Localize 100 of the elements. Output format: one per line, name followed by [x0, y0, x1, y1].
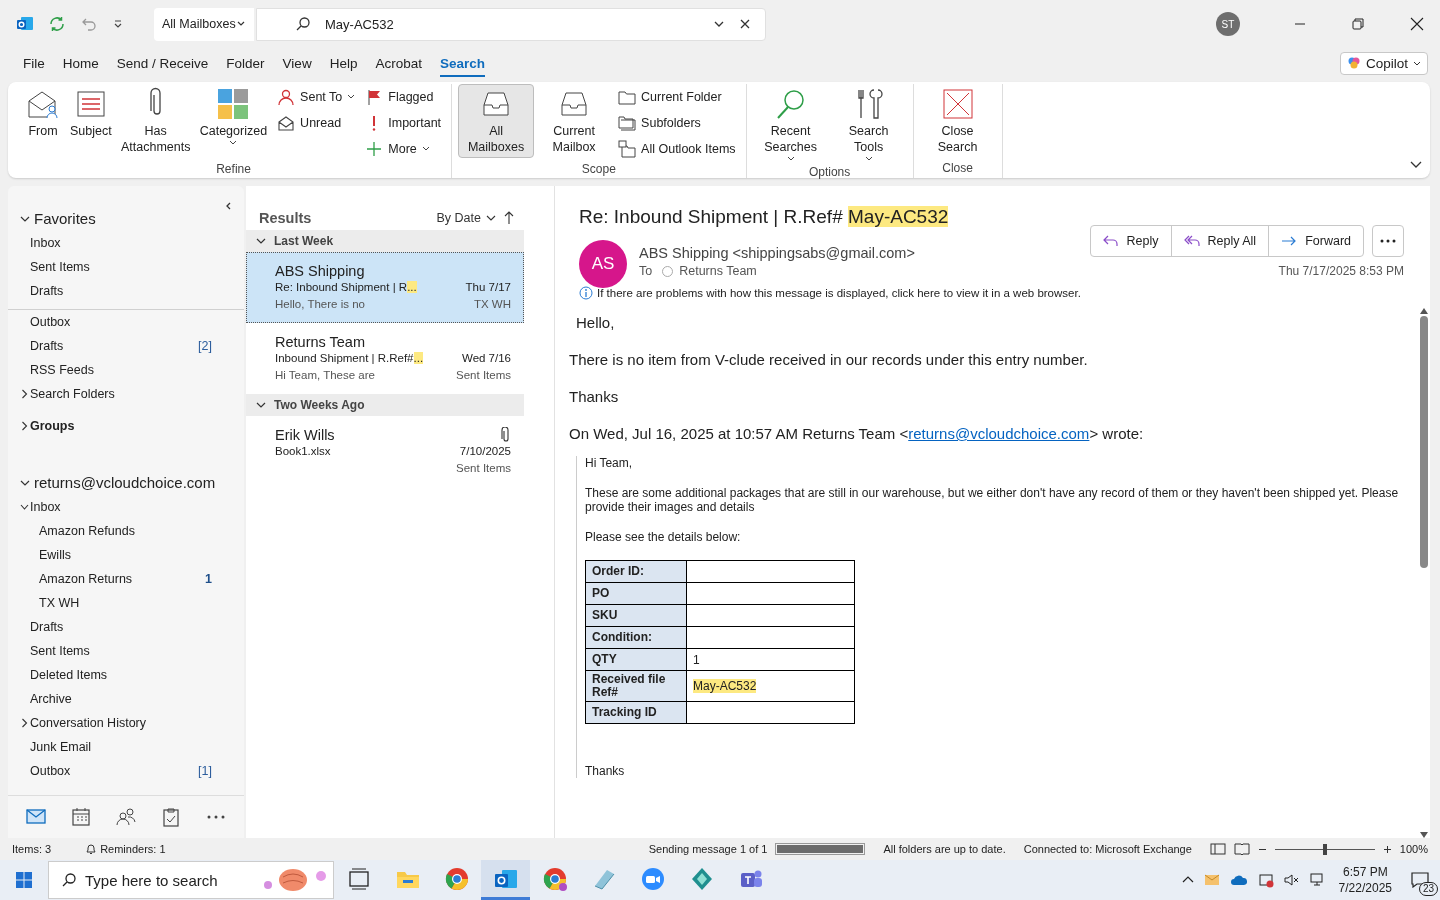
folder-item[interactable]: Drafts: [30, 339, 64, 353]
folder-item[interactable]: Archive: [30, 692, 72, 706]
message-item[interactable]: Returns Team Inbound Shipment | R.Ref#... Wed 7/16 Hi Team, These are Sent Items: [246, 323, 524, 394]
start-icon[interactable]: [15, 871, 33, 889]
taskbar-search-box[interactable]: Type here to search: [48, 861, 334, 899]
ribbon-tab[interactable]: Folder: [217, 51, 274, 75]
ribbon-button[interactable]: Categorized: [195, 84, 272, 154]
message-date: Thu 7/17/2025 8:53 PM: [1278, 264, 1404, 278]
ribbon-button[interactable]: Close Search: [919, 84, 996, 158]
search-box[interactable]: May-AC532: [256, 7, 766, 41]
user-avatar[interactable]: ST: [1216, 12, 1240, 36]
mailbox-scope-dropdown[interactable]: All Mailboxes: [154, 7, 254, 41]
search-field[interactable]: May-AC532: [325, 14, 699, 34]
message-date: 7/10/2025: [459, 444, 511, 459]
sync-icon[interactable]: [48, 15, 66, 33]
folder-item[interactable]: Inbox: [30, 500, 61, 514]
ribbon-tab[interactable]: Acrobat: [366, 51, 431, 75]
ribbon-button[interactable]: Unread: [277, 112, 356, 134]
groups-item[interactable]: Groups: [30, 419, 75, 433]
expand-chevron-icon[interactable]: [20, 421, 29, 431]
message-folder: Sent Items: [456, 368, 511, 383]
security-icon[interactable]: [1257, 872, 1274, 888]
message-item[interactable]: Erik Wills Book1.xlsx 7/10/2025 Sent Items: [246, 416, 524, 487]
calendar-icon[interactable]: [70, 807, 93, 827]
message-item[interactable]: ABS Shipping Re: Inbound Shipment | R... Thu 7/17 Hello, There is no TX WH: [246, 252, 524, 323]
ribbon-tab[interactable]: Search: [430, 51, 494, 75]
folder-item[interactable]: Drafts: [30, 279, 64, 303]
folder-item[interactable]: Sent Items: [30, 255, 90, 279]
folder-item[interactable]: Search Folders: [30, 387, 115, 401]
ribbon-button[interactable]: From: [22, 84, 64, 154]
folder-item[interactable]: TX WH: [39, 596, 80, 610]
ribbon-tab[interactable]: View: [273, 51, 321, 75]
group-header[interactable]: Two Weeks Ago: [246, 394, 524, 416]
favorites-header[interactable]: Favorites: [34, 210, 96, 227]
status-reminders[interactable]: Reminders: 1: [100, 843, 166, 855]
message-action-button[interactable]: Reply: [1090, 226, 1172, 256]
sort-dropdown[interactable]: By Date: [436, 211, 496, 225]
normal-view-icon[interactable]: [1209, 843, 1226, 855]
people-icon[interactable]: [115, 807, 137, 827]
ribbon-button[interactable]: Subject: [66, 84, 116, 154]
close-icon[interactable]: [1410, 17, 1424, 31]
restore-icon[interactable]: [1352, 18, 1364, 30]
close-icon[interactable]: [739, 18, 751, 30]
folder-item[interactable]: Outbox: [30, 764, 71, 778]
expand-chevron-icon[interactable]: [20, 718, 29, 728]
network-icon[interactable]: [1309, 873, 1326, 887]
ribbon-button[interactable]: More: [365, 138, 442, 160]
copilot-button[interactable]: Copilot: [1339, 51, 1428, 75]
speaker-muted-icon[interactable]: [1283, 873, 1300, 887]
taskbar-time[interactable]: 6:57 PM: [1342, 864, 1388, 880]
folder-item[interactable]: Ewills: [39, 548, 71, 562]
info-bar-text[interactable]: If there are problems with how this message is displayed, click here to view it in a web browser.: [597, 287, 1081, 299]
expand-chevron-icon[interactable]: [20, 389, 29, 399]
message-preview: Hi Team, These are: [275, 368, 375, 383]
folder-item[interactable]: Drafts: [30, 620, 64, 634]
folder-item[interactable]: Sent Items: [30, 644, 90, 658]
taskbar-date[interactable]: 7/22/2025: [1338, 880, 1392, 896]
expand-chevron-icon[interactable]: [20, 502, 29, 512]
mail-icon[interactable]: [25, 807, 48, 827]
ribbon-button[interactable]: Current Mailbox: [536, 84, 613, 158]
folder-item[interactable]: Inbox: [30, 231, 61, 255]
account-header[interactable]: returns@vcloudchoice.com: [34, 474, 216, 491]
chevron-up-icon[interactable]: [1181, 875, 1194, 885]
folder-item[interactable]: Junk Email: [30, 740, 92, 754]
customize-caret-icon[interactable]: [112, 18, 124, 30]
caret-icon: [421, 146, 430, 152]
message-action-button[interactable]: Reply All: [1171, 226, 1270, 256]
ribbon-button[interactable]: Sent To: [277, 86, 356, 108]
taskbar-search-field[interactable]: Type here to search: [85, 869, 255, 891]
ribbon-button[interactable]: All Outlook Items: [618, 138, 736, 160]
ribbon-tab[interactable]: Send / Receive: [107, 51, 218, 75]
folder-item[interactable]: Outbox: [30, 315, 71, 329]
folder-item[interactable]: Amazon Refunds: [39, 524, 135, 538]
ribbon-button[interactable]: Recent Searches: [752, 84, 829, 165]
color-grid-icon: [216, 87, 251, 121]
ribbon-button[interactable]: Has Attachments: [117, 84, 194, 158]
ribbon-button[interactable]: Current Folder: [618, 86, 736, 108]
ribbon-button[interactable]: Subfolders: [618, 112, 736, 134]
ribbon-tab[interactable]: File: [14, 51, 54, 75]
ribbon-button[interactable]: Important: [365, 112, 442, 134]
ribbon-tab[interactable]: Help: [320, 51, 367, 75]
taskbar-button[interactable]: [481, 860, 530, 900]
folder-item[interactable]: RSS Feeds: [30, 363, 94, 377]
ribbon-button[interactable]: Flagged: [365, 86, 442, 108]
recipient-name[interactable]: Returns Team: [679, 264, 757, 278]
close-search-icon: [940, 87, 975, 121]
group-header[interactable]: Last Week: [246, 230, 524, 252]
folder-item[interactable]: Amazon Returns: [39, 572, 133, 586]
mail-app-icon[interactable]: [16, 15, 34, 33]
cloud-icon[interactable]: [1229, 873, 1248, 887]
ribbon-button[interactable]: Search Tools: [830, 84, 907, 165]
reading-view-icon[interactable]: [1233, 843, 1250, 855]
ribbon-button[interactable]: All Mailboxes: [458, 84, 535, 158]
email-link[interactable]: returns@vcloudchoice.com: [908, 425, 1090, 442]
folder-item[interactable]: Conversation History: [30, 716, 146, 730]
ribbon-tab[interactable]: Home: [53, 51, 108, 75]
sort-direction-icon[interactable]: [504, 211, 514, 225]
folder-item[interactable]: Deleted Items: [30, 668, 108, 682]
message-action-button[interactable]: Forward: [1269, 226, 1363, 256]
zoom-in-icon[interactable]: [1382, 844, 1392, 854]
